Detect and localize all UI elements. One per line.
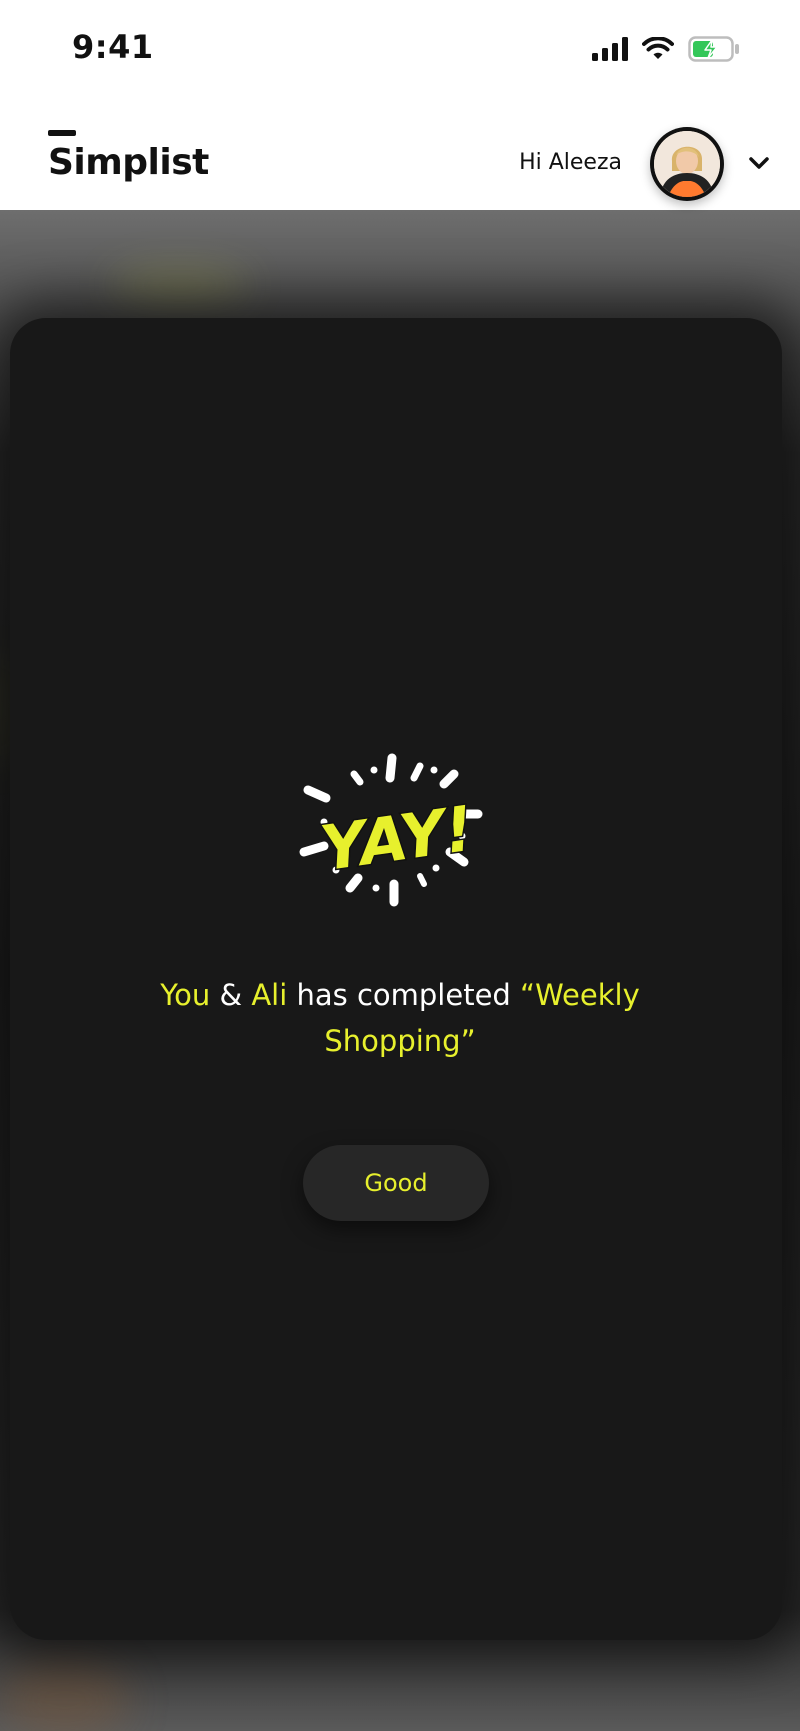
message-you: You	[160, 978, 211, 1012]
blurred-accent-glow	[0, 650, 8, 770]
message-has-completed: has completed	[287, 978, 521, 1012]
blurred-warm-glow	[0, 1660, 130, 1731]
yay-burst-icon: YAY!	[299, 753, 483, 907]
blurred-accent-glow	[110, 270, 250, 300]
avatar-image	[654, 131, 720, 197]
app-header: Simplist Hi Aleeza	[0, 100, 800, 210]
logo-bar	[48, 130, 76, 136]
status-bar: 9:41	[0, 0, 800, 100]
wifi-icon	[642, 37, 674, 59]
message-collaborator: Ali	[251, 978, 288, 1012]
greeting-text: Hi Aleeza	[519, 150, 622, 175]
status-time: 9:41	[72, 28, 154, 66]
status-icons	[592, 34, 740, 64]
app-logo[interactable]: Simplist	[48, 130, 209, 183]
yay-text: YAY!	[316, 792, 478, 886]
cellular-signal-icon	[592, 37, 628, 61]
good-button[interactable]: Good	[303, 1145, 489, 1221]
completion-message: You & Ali has completed “Weekly Shopping…	[130, 972, 670, 1064]
page: 9:41 Simplist Hi Aleeza YAY! You & Ali h…	[0, 0, 800, 1731]
message-amp: &	[210, 978, 252, 1012]
battery-charging-icon	[688, 36, 739, 62]
logo-text: Simplist	[48, 142, 209, 183]
avatar[interactable]	[650, 127, 724, 201]
chevron-down-icon[interactable]	[746, 150, 772, 176]
